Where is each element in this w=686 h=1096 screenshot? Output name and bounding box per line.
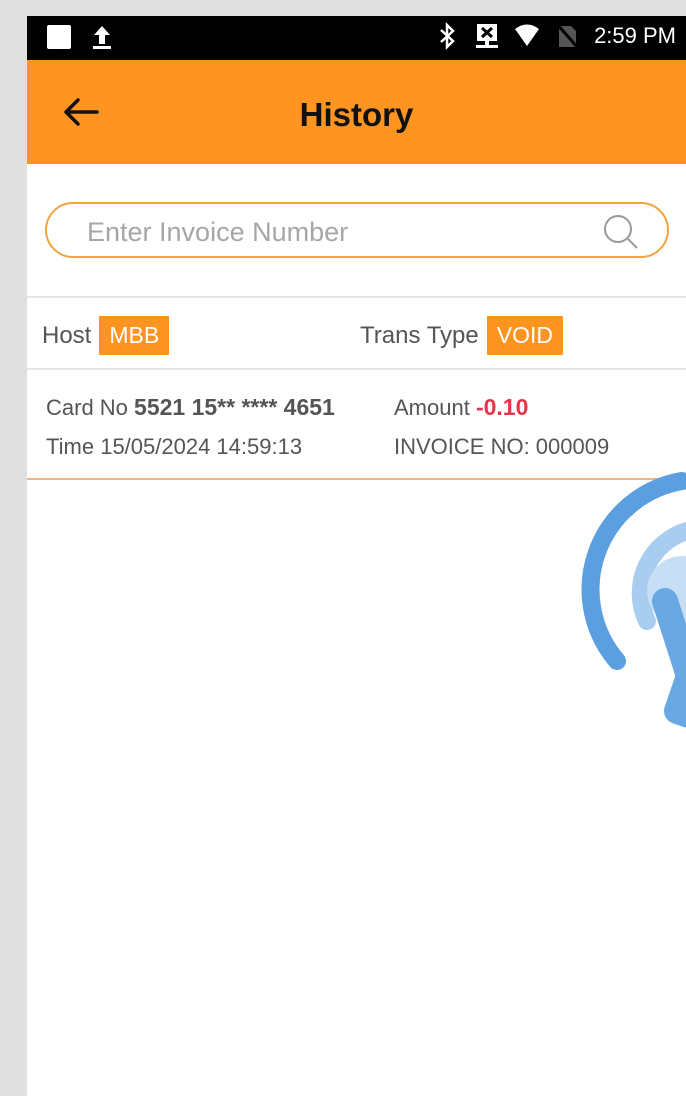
square-icon [47, 25, 71, 49]
wifi-icon [515, 24, 540, 46]
search-input[interactable] [85, 212, 589, 252]
card-label: Card No [46, 395, 128, 420]
invoice-no: INVOICE NO: 000009 [394, 434, 610, 459]
bluetooth-icon [440, 22, 455, 50]
search-box[interactable] [45, 202, 669, 258]
trans-type-filter: Trans Type VOID [360, 316, 563, 355]
amount: Amount -0.10 [394, 394, 528, 421]
search-icon[interactable] [603, 214, 639, 250]
app-bar: History [27, 60, 686, 164]
network-x-icon [476, 24, 499, 48]
status-time: 2:59 PM [594, 23, 676, 48]
host-tag[interactable]: MBB [99, 316, 170, 355]
search-section [27, 164, 686, 298]
screen: 2:59 PM History Host MBB Trans Type VOID… [27, 16, 686, 1096]
time-label: Time [46, 434, 95, 459]
filter-row: Host MBB Trans Type VOID [27, 298, 686, 370]
host-label: Host [42, 321, 92, 349]
upload-icon [93, 26, 111, 49]
no-sim-icon [555, 23, 580, 49]
card-number: 5521 15** **** 4651 [134, 394, 335, 420]
trans-type-tag[interactable]: VOID [486, 316, 563, 355]
trans-type-label: Trans Type [360, 321, 479, 349]
page-title: History [299, 96, 414, 133]
amount-label: Amount [394, 395, 470, 420]
time: Time 15/05/2024 14:59:13 [46, 434, 302, 460]
status-bar: 2:59 PM [27, 16, 686, 60]
touch-icon [581, 472, 686, 728]
amount-value: -0.10 [475, 394, 529, 420]
time-value: 15/05/2024 14:59:13 [100, 434, 303, 459]
card-no: Card No 5521 15** **** 4651 [46, 394, 335, 421]
host-filter: Host MBB [42, 316, 170, 355]
